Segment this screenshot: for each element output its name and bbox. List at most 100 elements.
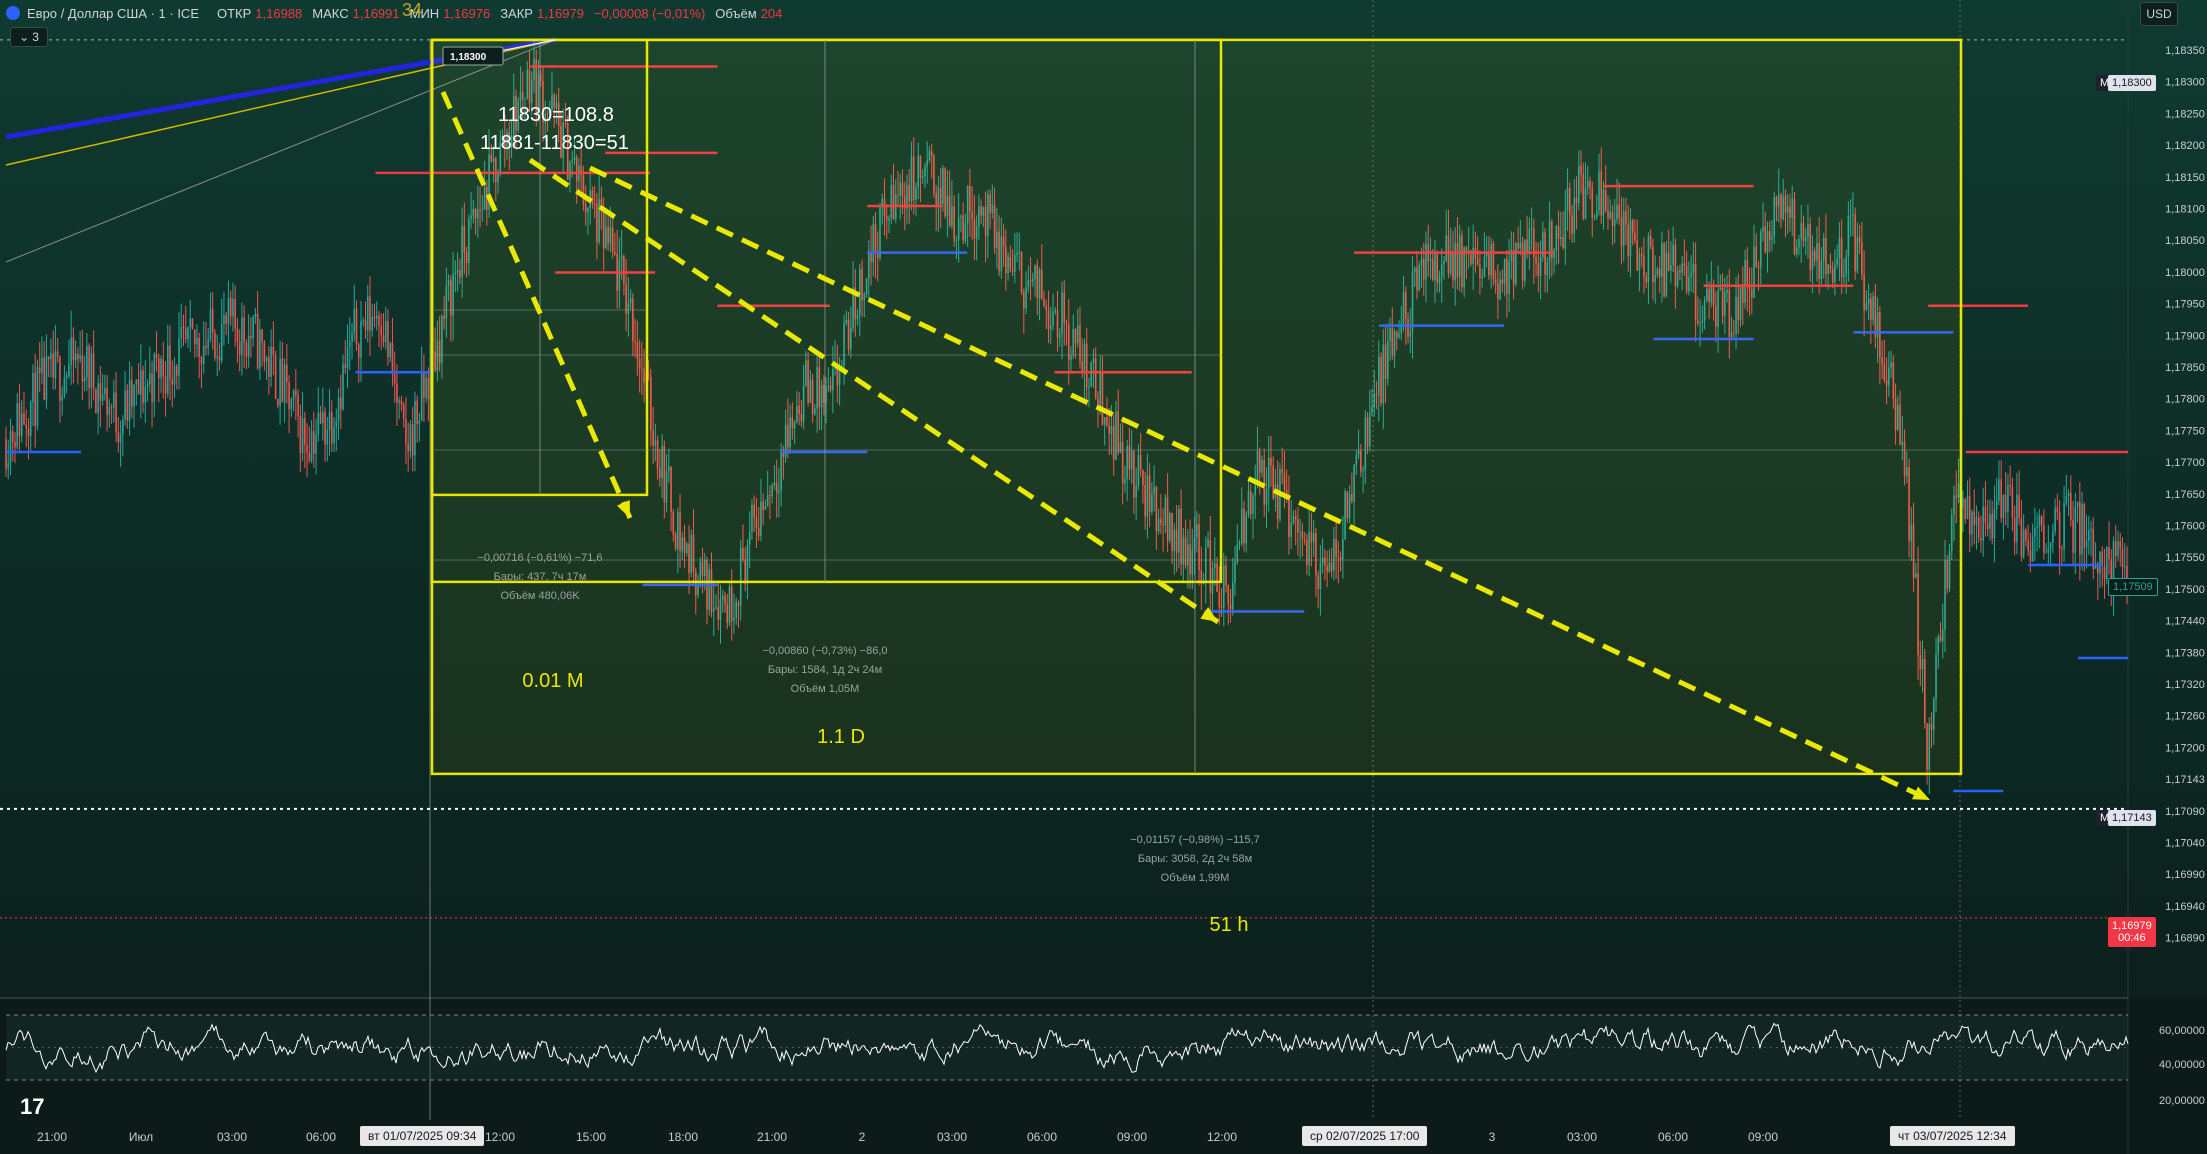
- candle-body: [34, 372, 37, 426]
- currency-button[interactable]: USD: [2140, 2, 2178, 26]
- candle-body: [146, 384, 149, 387]
- time-tick-12: 09:00: [1117, 1130, 1147, 1144]
- min-price-pill: 1,17143: [2108, 810, 2156, 826]
- candle-body: [396, 383, 398, 403]
- candle-body: [2056, 507, 2059, 512]
- candle-body: [362, 320, 365, 322]
- candle-body: [2088, 530, 2090, 541]
- candle-body: [2047, 548, 2050, 553]
- note-line-1: 11830=108.8: [498, 104, 614, 126]
- candle-body: [2074, 506, 2077, 553]
- candle-body: [2002, 495, 2005, 519]
- box3-stat-1: Бары: 3058, 2д 2ч 58м: [1138, 853, 1252, 865]
- time-tick-2: 03:00: [217, 1130, 247, 1144]
- candle-body: [1964, 498, 1967, 520]
- candle-body: [270, 346, 272, 378]
- price-chart[interactable]: 1,18300 11830=108.8 11881-11830=51 −0,00716…: [0, 0, 2207, 1154]
- volume-value: 204: [760, 5, 783, 21]
- candle-body: [373, 316, 376, 319]
- candle-body: [209, 308, 212, 340]
- candle-body: [250, 335, 252, 339]
- crosshair-time-pill-1: вт 01/07/2025 09:34: [360, 1126, 485, 1146]
- candle-body: [2121, 548, 2124, 567]
- candle-body: [371, 316, 374, 331]
- indicators-collapse-button[interactable]: ⌄ 3: [10, 27, 48, 47]
- candle-body: [297, 395, 299, 416]
- candle-body: [187, 327, 189, 340]
- candle-body: [378, 315, 380, 326]
- price-tick-2: 1,18250: [2165, 108, 2205, 120]
- candle-body: [1993, 509, 1996, 539]
- candle-body: [2040, 516, 2043, 525]
- time-tick-6: 15:00: [576, 1130, 606, 1144]
- candle-body: [2029, 550, 2032, 562]
- open-value: 1,16988: [255, 5, 303, 21]
- price-tick-7: 1,18000: [2165, 267, 2205, 279]
- candle-body: [259, 329, 261, 369]
- box2-stat-2: Объём 1,05M: [791, 683, 860, 695]
- candle-body: [9, 431, 12, 463]
- candle-body: [2108, 547, 2110, 559]
- time-tick-3: 06:00: [306, 1130, 336, 1144]
- candle-body: [384, 321, 387, 343]
- price-tick-19: 1,17380: [2165, 647, 2205, 659]
- candle-body: [2103, 566, 2106, 580]
- candle-body: [216, 356, 219, 358]
- candle-body: [252, 316, 254, 339]
- candle-body: [333, 427, 335, 444]
- price-tick-0: 1,18350: [2165, 45, 2205, 57]
- candle-body: [63, 377, 66, 396]
- candle-body: [2070, 492, 2072, 520]
- candle-body: [2052, 531, 2054, 543]
- candle-body: [2063, 503, 2065, 549]
- candle-body: [1989, 514, 1991, 530]
- price-tick-10: 1,17850: [2165, 362, 2205, 374]
- candle-body: [2016, 494, 2018, 543]
- candle-body: [229, 298, 232, 317]
- countdown-value: 00:46: [2118, 932, 2146, 944]
- candle-body: [398, 400, 400, 403]
- candle-body: [99, 383, 102, 401]
- peak-callout-label: 1,18300: [450, 52, 487, 63]
- candle-body: [148, 373, 151, 385]
- candle-body: [92, 353, 95, 389]
- high-label: МАКС: [312, 5, 349, 21]
- candle-body: [11, 431, 14, 443]
- symbol-title[interactable]: Евро / Доллар США · 1 · ICE: [27, 6, 199, 21]
- candle-body: [2081, 503, 2083, 555]
- candle-body: [83, 377, 86, 382]
- candle-body: [1998, 479, 2000, 501]
- candle-body: [2054, 507, 2056, 532]
- candle-body: [196, 337, 198, 345]
- candle-body: [214, 332, 216, 358]
- candle-body: [335, 421, 338, 428]
- rsi-tick-2: 20,00000: [2159, 1095, 2205, 1107]
- chart-root[interactable]: 1,18300 11830=108.8 11881-11830=51 −0,00716…: [0, 0, 2207, 1154]
- candle-body: [5, 438, 7, 469]
- price-tick-8: 1,17950: [2165, 299, 2205, 311]
- candle-body: [65, 376, 68, 378]
- candle-body: [2020, 517, 2023, 557]
- candle-body: [36, 367, 39, 426]
- candle-body: [2031, 536, 2034, 562]
- price-tick-23: 1,17143: [2165, 774, 2205, 786]
- candle-body: [369, 296, 371, 331]
- candle-body: [357, 344, 360, 358]
- candle-body: [164, 376, 167, 394]
- candle-body: [218, 356, 221, 361]
- candle-body: [68, 364, 70, 377]
- candle-body: [14, 442, 16, 448]
- candle-body: [90, 353, 93, 389]
- candle-body: [353, 308, 356, 334]
- candle-body: [77, 353, 79, 360]
- candle-body: [425, 377, 427, 398]
- candle-body: [191, 318, 194, 330]
- time-tick-0: 21:00: [37, 1130, 67, 1144]
- candle-body: [169, 345, 171, 380]
- price-tick-24: 1,17090: [2165, 806, 2205, 818]
- candle-body: [198, 337, 201, 357]
- candle-body: [2072, 519, 2074, 553]
- candle-body: [2094, 566, 2097, 570]
- candle-body: [101, 394, 104, 401]
- candle-body: [47, 356, 50, 360]
